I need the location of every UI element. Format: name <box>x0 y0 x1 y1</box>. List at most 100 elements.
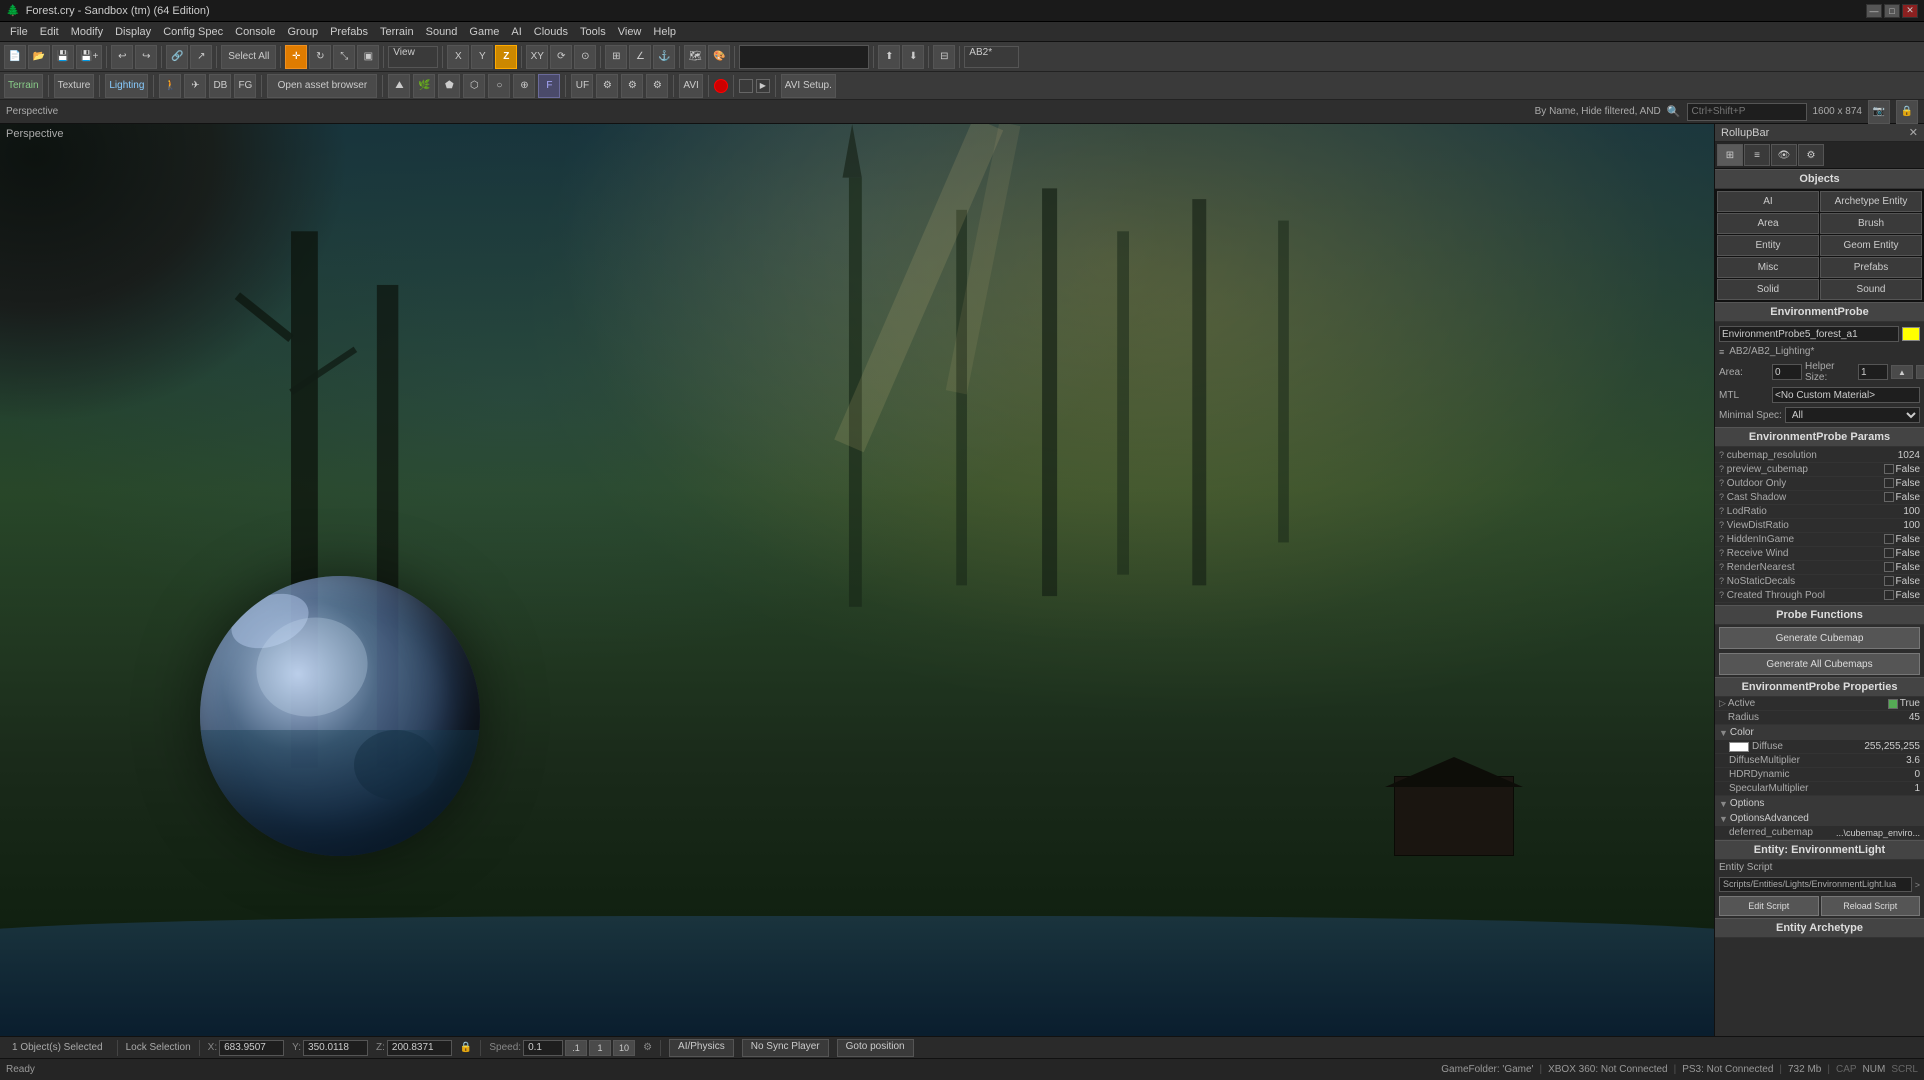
helper-size-input[interactable] <box>1858 364 1888 380</box>
obj-btn-solid[interactable]: Solid <box>1717 279 1819 300</box>
close-btn[interactable]: ✕ <box>1902 4 1918 18</box>
link-btn[interactable]: 🔗 <box>166 45 188 69</box>
menu-help[interactable]: Help <box>647 24 682 40</box>
snapshot-btn[interactable]: 📷 <box>1868 100 1890 124</box>
mtl-input[interactable] <box>1772 387 1920 403</box>
obj-btn-misc[interactable]: Misc <box>1717 257 1819 278</box>
env-probe-name-input[interactable] <box>1719 326 1899 342</box>
save-btn[interactable]: 💾 <box>52 45 74 69</box>
f-btn[interactable]: F <box>538 74 560 98</box>
script-arrow[interactable]: > <box>1915 880 1920 890</box>
undo-btn[interactable]: ↩ <box>111 45 133 69</box>
menu-view[interactable]: View <box>612 24 648 40</box>
diffuse-color-swatch[interactable] <box>1729 742 1749 752</box>
angle-snap-btn[interactable]: ∠ <box>629 45 651 69</box>
goto-position-btn[interactable]: Goto position <box>837 1039 914 1057</box>
search-input[interactable] <box>1687 103 1807 121</box>
y-input[interactable] <box>303 1040 368 1056</box>
select-all-btn[interactable]: Select All <box>221 45 276 69</box>
obj-btns3[interactable]: ○ <box>488 74 510 98</box>
menu-ai[interactable]: AI <box>505 24 527 40</box>
terrain-paint-btn[interactable]: 🗺 <box>684 45 706 69</box>
helper-up-btn[interactable]: ▲ <box>1891 365 1913 379</box>
obj-btn-ai[interactable]: AI <box>1717 191 1819 212</box>
menu-console[interactable]: Console <box>229 24 281 40</box>
obj-paint-btn[interactable]: 🎨 <box>708 45 730 69</box>
area-input[interactable] <box>1772 364 1802 380</box>
fg-btn[interactable]: FG <box>234 74 256 98</box>
obj-btn-entity[interactable]: Entity <box>1717 235 1819 256</box>
active-check[interactable] <box>1888 699 1898 709</box>
avi-setup-btn[interactable]: AVI Setup. <box>781 74 836 98</box>
x-axis-btn[interactable]: X <box>447 45 469 69</box>
new-btn[interactable]: 📄 <box>4 45 26 69</box>
import-btn[interactable]: ⬇ <box>902 45 924 69</box>
fly-btn[interactable]: ✈ <box>184 74 206 98</box>
options-expand[interactable]: ▼ Options <box>1715 796 1924 811</box>
viewport[interactable]: Perspective <box>0 124 1714 1036</box>
stop-btn[interactable] <box>739 79 753 93</box>
move-btn[interactable]: ✛ <box>285 45 307 69</box>
speed-3-btn[interactable]: 10 <box>613 1040 635 1056</box>
xy-btn[interactable]: XY <box>526 45 548 69</box>
panel-tab-display[interactable]: 👁 <box>1771 144 1797 166</box>
physics-btn1[interactable]: ⚙ <box>596 74 618 98</box>
obj-btn-area[interactable]: Area <box>1717 213 1819 234</box>
rollupbar-close-btn[interactable]: ✕ <box>1909 126 1918 139</box>
options-advanced-expand[interactable]: ▼ OptionsAdvanced <box>1715 811 1924 826</box>
menu-clouds[interactable]: Clouds <box>528 24 574 40</box>
obj-btn-brush[interactable]: Brush <box>1820 213 1922 234</box>
physics-btn3[interactable]: ⚙ <box>646 74 668 98</box>
speed-1-btn[interactable]: .1 <box>565 1040 587 1056</box>
terrain-tab[interactable]: Terrain <box>4 74 43 98</box>
obj-btn-archetype-entity[interactable]: Archetype Entity <box>1820 191 1922 212</box>
scale-btn[interactable]: ⤡ <box>333 45 355 69</box>
play-btn[interactable]: ▶ <box>756 79 770 93</box>
save-all-btn[interactable]: 💾+ <box>76 45 102 69</box>
menu-configspec[interactable]: Config Spec <box>157 24 229 40</box>
generate-all-cubemaps-btn[interactable]: Generate All Cubemaps <box>1719 653 1920 675</box>
menu-modify[interactable]: Modify <box>65 24 109 40</box>
obj-btns2[interactable]: ⬡ <box>463 74 485 98</box>
obj-btns1[interactable]: ⬟ <box>438 74 460 98</box>
menu-display[interactable]: Display <box>109 24 157 40</box>
rotate-btn[interactable]: ↻ <box>309 45 331 69</box>
generate-cubemap-btn[interactable]: Generate Cubemap <box>1719 627 1920 649</box>
reload-script-btn[interactable]: Reload Script <box>1821 896 1921 916</box>
menu-file[interactable]: File <box>4 24 34 40</box>
color-expand[interactable]: ▼ Color <box>1715 725 1924 740</box>
snap-btn[interactable]: ⚓ <box>653 45 675 69</box>
panel-tab-objects[interactable]: ⊞ <box>1717 144 1743 166</box>
menu-terrain[interactable]: Terrain <box>374 24 420 40</box>
snap-scale-btn[interactable]: ⊙ <box>574 45 596 69</box>
texture-tab[interactable]: Texture <box>54 74 95 98</box>
obj-btn-prefabs[interactable]: Prefabs <box>1820 257 1922 278</box>
open-btn[interactable]: 📂 <box>28 45 50 69</box>
view-dropdown[interactable]: View <box>388 46 438 68</box>
minimize-btn[interactable]: — <box>1866 4 1882 18</box>
obj-btn-sound[interactable]: Sound <box>1820 279 1922 300</box>
panel-tab-settings[interactable]: ⚙ <box>1798 144 1824 166</box>
z-input[interactable] <box>387 1040 452 1056</box>
avi-btn[interactable]: AVI <box>679 74 702 98</box>
menu-sound[interactable]: Sound <box>420 24 464 40</box>
menu-game[interactable]: Game <box>463 24 505 40</box>
filter-input[interactable] <box>739 45 869 69</box>
obj-btns4[interactable]: ⊕ <box>513 74 535 98</box>
cursor-btn[interactable]: ↗ <box>190 45 212 69</box>
db-btn[interactable]: DB <box>209 74 231 98</box>
ab2-dropdown[interactable]: AB2* <box>964 46 1019 68</box>
walk-btn[interactable]: 🚶 <box>159 74 181 98</box>
minimal-spec-select[interactable]: All Low Medium High <box>1785 407 1920 423</box>
record-btn[interactable] <box>714 79 728 93</box>
speed-2-btn[interactable]: 1 <box>589 1040 611 1056</box>
lighting-tab[interactable]: Lighting <box>105 74 148 98</box>
obj-btn-geom-entity[interactable]: Geom Entity <box>1820 235 1922 256</box>
y-axis-btn[interactable]: Y <box>471 45 493 69</box>
terrain-edit-btn[interactable]: ⛰ <box>388 74 410 98</box>
grid-btn[interactable]: ⊞ <box>605 45 627 69</box>
veg-btn[interactable]: 🌿 <box>413 74 435 98</box>
menu-tools[interactable]: Tools <box>574 24 612 40</box>
menu-edit[interactable]: Edit <box>34 24 65 40</box>
speed-input[interactable] <box>523 1040 563 1056</box>
